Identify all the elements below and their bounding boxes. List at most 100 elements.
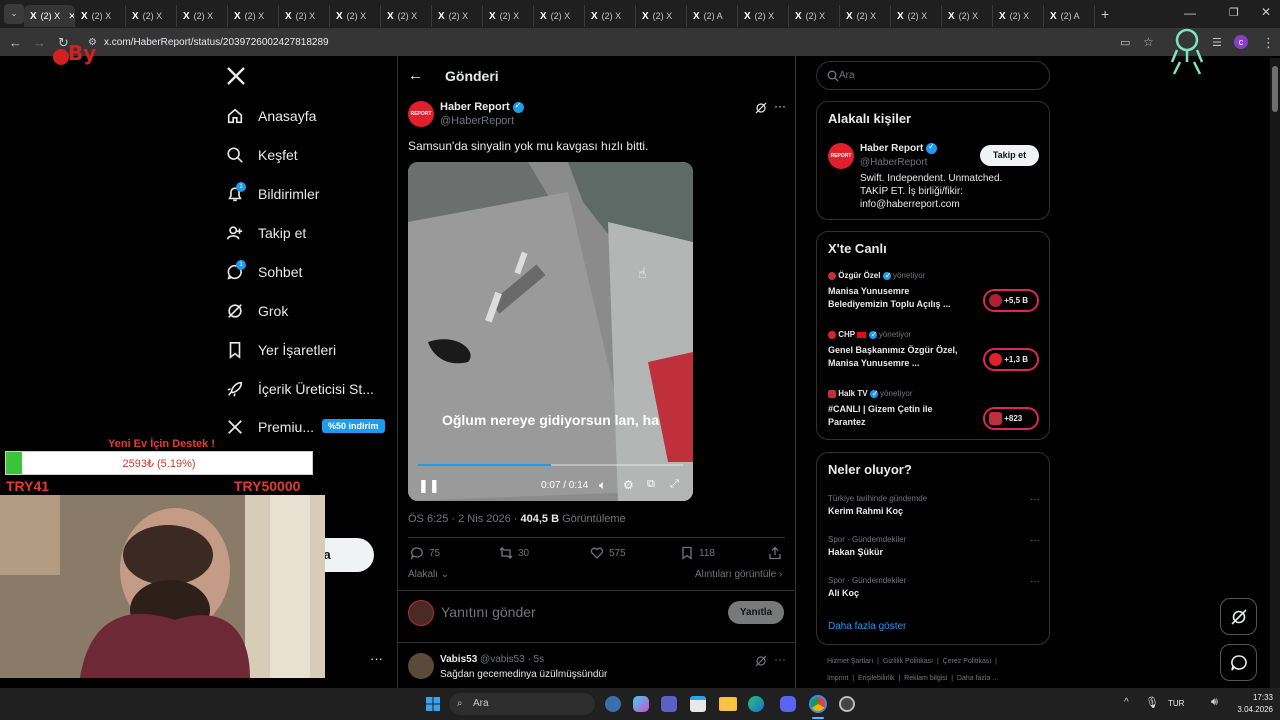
trend-more-icon[interactable]: ··· bbox=[1030, 494, 1040, 505]
browser-menu-icon[interactable]: ⋮ bbox=[1262, 35, 1275, 51]
live-count-pill[interactable]: +823 bbox=[983, 407, 1039, 430]
back-icon[interactable]: ← bbox=[9, 35, 22, 50]
settings-icon[interactable]: ⚙ bbox=[623, 478, 634, 492]
back-button[interactable]: ← bbox=[408, 67, 423, 84]
pip-icon[interactable]: ⧉ bbox=[647, 478, 655, 491]
relevant-follow-button[interactable]: Takip et bbox=[980, 145, 1039, 166]
live-count-pill[interactable]: +1,3 B bbox=[983, 348, 1039, 371]
store-icon[interactable] bbox=[690, 696, 706, 712]
pause-icon[interactable]: ❚❚ bbox=[418, 478, 440, 494]
cast-icon[interactable]: ▭ bbox=[1120, 36, 1130, 49]
maximize-button[interactable]: ❐ bbox=[1229, 6, 1239, 19]
browser-tab[interactable]: X (2) X bbox=[738, 5, 789, 27]
author-handle[interactable]: @HaberReport bbox=[440, 115, 514, 127]
new-tab-button[interactable]: + bbox=[1101, 6, 1109, 22]
task-view-icon[interactable] bbox=[605, 696, 621, 712]
start-icon[interactable] bbox=[426, 697, 440, 711]
browser-tab[interactable]: X (2) X bbox=[993, 5, 1044, 27]
scrollbar-thumb[interactable] bbox=[1272, 66, 1278, 112]
post-more-icon[interactable]: ··· bbox=[774, 99, 786, 113]
nav-explore[interactable]: Keşfet bbox=[226, 146, 298, 164]
fullscreen-icon[interactable]: ⤢ bbox=[670, 478, 679, 491]
bookmark-star-icon[interactable]: ☆ bbox=[1143, 35, 1154, 49]
minimize-button[interactable]: — bbox=[1184, 6, 1196, 20]
close-tab-icon[interactable]: ✕ bbox=[68, 11, 74, 22]
reply-avatar[interactable] bbox=[408, 653, 434, 679]
taskbar-search[interactable]: ⌕ Ara bbox=[449, 693, 595, 715]
volume-tray-icon[interactable]: 🔊︎ bbox=[1211, 696, 1218, 709]
clock-time[interactable]: 17:33 bbox=[1233, 693, 1273, 702]
sort-dropdown[interactable]: Alakalı ⌄ bbox=[408, 569, 449, 580]
nav-bookmarks[interactable]: Yer İşaretleri bbox=[226, 341, 336, 359]
reply-author-name[interactable]: Vabis53 bbox=[440, 654, 477, 665]
edge-icon[interactable] bbox=[748, 696, 764, 712]
browser-tab[interactable]: X (2) X bbox=[381, 5, 432, 27]
reply-more-icon[interactable]: ··· bbox=[774, 652, 786, 666]
browser-tab[interactable]: X (2) A bbox=[687, 5, 738, 27]
reply-grok-icon[interactable] bbox=[755, 654, 767, 672]
clock-date[interactable]: 3.04.2026 bbox=[1228, 705, 1273, 714]
trend-more-icon[interactable]: ··· bbox=[1030, 535, 1040, 546]
messages-float-button[interactable] bbox=[1220, 644, 1257, 681]
browser-tab[interactable]: X (2) X bbox=[840, 5, 891, 27]
repost-action[interactable]: 30 bbox=[499, 546, 529, 560]
copilot-icon[interactable] bbox=[633, 696, 649, 712]
discord-icon[interactable] bbox=[780, 696, 796, 712]
reply-action[interactable]: 75 bbox=[410, 546, 440, 560]
browser-tab[interactable]: X (2) X bbox=[636, 5, 687, 27]
relevant-avatar[interactable]: REPORT bbox=[828, 143, 854, 169]
relevant-handle[interactable]: @HaberReport bbox=[860, 157, 927, 168]
live-item[interactable]: Halk TV yönetiyor #CANLI | Gizem Çetin i… bbox=[828, 389, 1040, 439]
volume-icon[interactable]: 🔈︎ bbox=[599, 478, 606, 493]
author-name-row[interactable]: Haber Report bbox=[440, 101, 524, 113]
tray-chevron-icon[interactable]: ^ bbox=[1124, 697, 1129, 708]
reply-button[interactable]: Yanıtla bbox=[728, 601, 784, 624]
live-item[interactable]: Özgür Özel yönetiyor Manisa Yunusemre Be… bbox=[828, 271, 1040, 321]
trend-item[interactable]: Türkiye tarihinde gündemde Kerim Rahmi K… bbox=[828, 494, 1040, 516]
browser-tab[interactable]: X (2) X ✕ bbox=[24, 5, 75, 27]
keyboard-language[interactable]: TUR bbox=[1168, 699, 1184, 708]
browser-tab[interactable]: X (2) X bbox=[942, 5, 993, 27]
live-count-pill[interactable]: +5,5 B bbox=[983, 289, 1039, 312]
chrome-icon[interactable] bbox=[809, 695, 827, 713]
forward-icon[interactable]: → bbox=[33, 35, 46, 50]
nav-follow[interactable]: Takip et bbox=[226, 224, 306, 242]
nav-premium[interactable]: Premiu... bbox=[226, 418, 314, 436]
like-action[interactable]: 575 bbox=[590, 546, 626, 560]
browser-tab[interactable]: X (2) X bbox=[432, 5, 483, 27]
grok-explain-icon[interactable] bbox=[755, 101, 767, 119]
browser-tab[interactable]: X (2) X bbox=[177, 5, 228, 27]
relevant-name-row[interactable]: Haber Report bbox=[860, 142, 938, 154]
reply-author-handle[interactable]: @vabis53 · 5s bbox=[480, 654, 544, 665]
video-progress-track[interactable] bbox=[418, 464, 683, 466]
browser-tab[interactable]: X (2) X bbox=[789, 5, 840, 27]
browser-tab[interactable]: X (2) X bbox=[585, 5, 636, 27]
tab-list-menu-icon[interactable]: ⌄ bbox=[4, 4, 24, 24]
quotes-link[interactable]: Alıntıları görüntüle › bbox=[695, 569, 782, 580]
reading-list-icon[interactable]: ☰ bbox=[1212, 36, 1222, 49]
footer-links-1[interactable]: Hizmet Şartları | Gizlilik Politikası | … bbox=[827, 658, 997, 665]
browser-tab[interactable]: X (2) X bbox=[75, 5, 126, 27]
video-player[interactable]: Oğlum nereye gidiyorsun lan, ha ❚❚ 0:07 … bbox=[408, 162, 693, 501]
nav-home[interactable]: Anasayfa bbox=[226, 107, 316, 125]
browser-tab[interactable]: X (2) X bbox=[228, 5, 279, 27]
url-field[interactable]: x.com/HaberReport/status/203972600242781… bbox=[104, 37, 329, 48]
trend-more-icon[interactable]: ··· bbox=[1030, 576, 1040, 587]
browser-tab[interactable]: X (2) A bbox=[1044, 5, 1095, 27]
bookmark-action[interactable]: 118 bbox=[680, 546, 715, 560]
live-item[interactable]: CHP yönetiyor Genel Başkanımız Özgür Öze… bbox=[828, 330, 1040, 380]
microphone-icon[interactable]: 🎙︎ bbox=[1145, 696, 1159, 709]
teams-icon[interactable] bbox=[661, 696, 677, 712]
account-more-icon[interactable]: ··· bbox=[370, 651, 383, 666]
trend-item[interactable]: Spor · Gündemdekiler Ali Koç ··· bbox=[828, 576, 1040, 598]
nav-creator-studio[interactable]: İçerik Üreticisi St... bbox=[226, 380, 374, 398]
browser-tab[interactable]: X (2) X bbox=[483, 5, 534, 27]
x-logo[interactable] bbox=[226, 66, 246, 91]
browser-tab[interactable]: X (2) X bbox=[330, 5, 381, 27]
page-scrollbar[interactable] bbox=[1270, 58, 1280, 688]
nav-grok[interactable]: Grok bbox=[226, 302, 288, 320]
show-more-link[interactable]: Daha fazla göster bbox=[828, 621, 906, 632]
browser-tab[interactable]: X (2) X bbox=[891, 5, 942, 27]
search-box[interactable]: Ara bbox=[816, 61, 1050, 90]
reply-input[interactable]: Yanıtını gönder bbox=[441, 604, 536, 620]
